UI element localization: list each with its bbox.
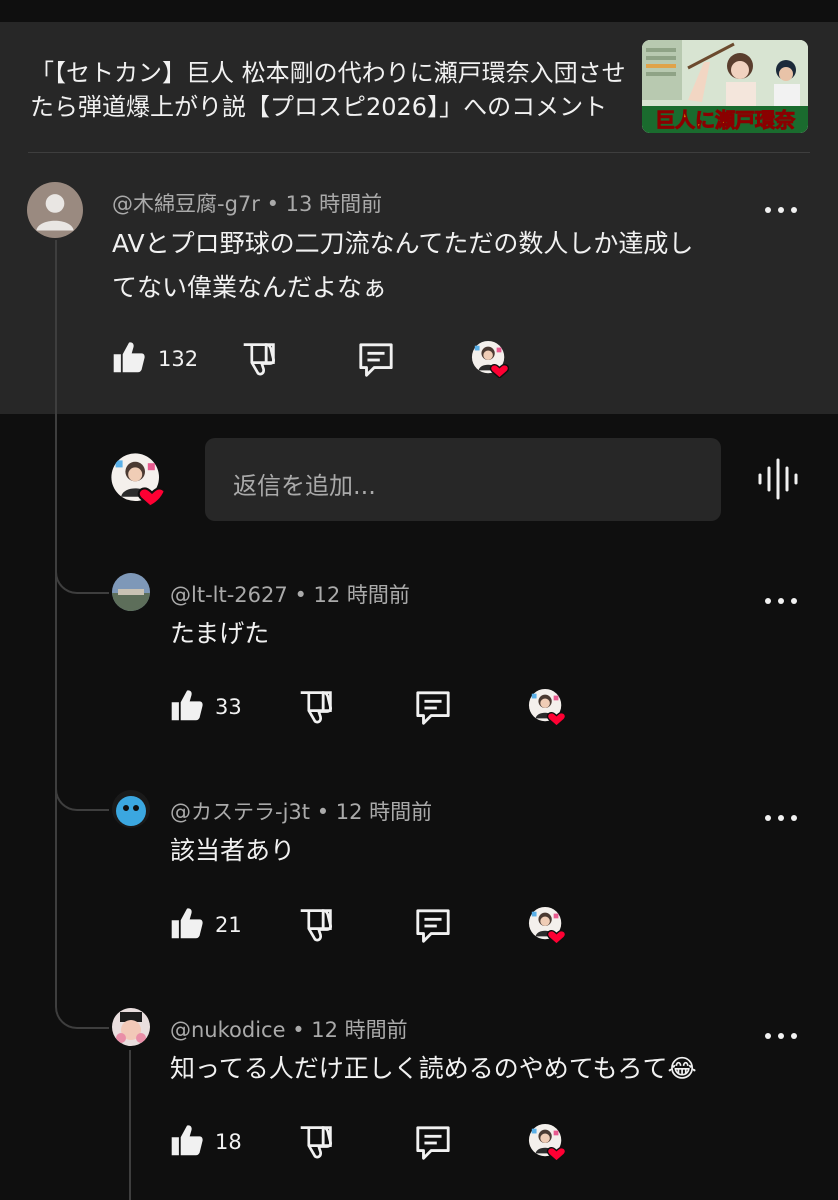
reply-meta: @nukodice • 12 時間前 bbox=[170, 1014, 408, 1044]
reply-icon[interactable] bbox=[414, 907, 452, 945]
sub-thread-line bbox=[129, 1050, 131, 1200]
reply-text: 知ってる人だけ正しく読めるのやめてもろて😂 bbox=[170, 1054, 697, 1083]
reply-author[interactable]: @lt-lt-2627 bbox=[170, 583, 288, 607]
more-icon[interactable] bbox=[765, 198, 797, 222]
comment-author[interactable]: @木綿豆腐-g7r bbox=[112, 192, 260, 216]
dislike-icon[interactable] bbox=[241, 341, 277, 377]
more-icon[interactable] bbox=[765, 589, 797, 613]
mic-icon[interactable] bbox=[757, 458, 799, 500]
reply-meta: @カステラ-j3t • 12 時間前 bbox=[170, 796, 432, 826]
thumbnail-caption: 巨人に瀬戸環奈 bbox=[655, 108, 796, 132]
creator-heart-icon bbox=[528, 688, 566, 726]
video-title-line1: 「【セトカン】巨人 松本剛の代わりに瀬戸環奈入団させ bbox=[30, 59, 626, 87]
separator-dot: • bbox=[292, 1018, 305, 1042]
comment-meta: @木綿豆腐-g7r • 13 時間前 bbox=[112, 188, 382, 218]
thread-line bbox=[55, 240, 57, 987]
reply-icon[interactable] bbox=[357, 341, 395, 379]
separator-dot: • bbox=[316, 800, 330, 824]
reply-icon[interactable] bbox=[414, 1124, 452, 1162]
separator-dot: • bbox=[266, 192, 279, 216]
comment-text-line1: AVとプロ野球の二刀流なんてただの数人しか達成し bbox=[112, 229, 694, 258]
current-user-avatar[interactable] bbox=[110, 452, 166, 508]
reply-author[interactable]: @nukodice bbox=[170, 1018, 286, 1042]
creator-heart-icon bbox=[528, 906, 566, 944]
like-icon[interactable] bbox=[111, 339, 147, 375]
reply-placeholder: 返信を追加... bbox=[233, 472, 376, 500]
like-count: 33 bbox=[215, 695, 242, 719]
like-count: 132 bbox=[158, 347, 199, 371]
comment-text: AVとプロ野球の二刀流なんてただの数人しか達成し てない偉業なんだよなぁ bbox=[112, 222, 693, 310]
video-thumbnail[interactable]: 巨人に瀬戸環奈 bbox=[642, 40, 808, 133]
avatar[interactable] bbox=[27, 182, 83, 238]
like-icon[interactable] bbox=[169, 905, 205, 941]
thread-connector-1 bbox=[55, 540, 109, 594]
reply-text: 該当者あり bbox=[170, 836, 296, 865]
dislike-icon[interactable] bbox=[298, 907, 334, 943]
reply-meta: @lt-lt-2627 • 12 時間前 bbox=[170, 579, 410, 609]
reply-avatar[interactable] bbox=[112, 573, 150, 611]
video-title[interactable]: 「【セトカン】巨人 松本剛の代わりに瀬戸環奈入団させ たら弾道爆上がり説【プロス… bbox=[30, 56, 630, 124]
header-divider bbox=[28, 152, 810, 153]
creator-heart-icon bbox=[471, 340, 509, 378]
separator-dot: • bbox=[294, 583, 307, 607]
like-count: 21 bbox=[215, 913, 242, 937]
reply-avatar[interactable] bbox=[112, 1008, 150, 1046]
like-icon[interactable] bbox=[169, 1122, 205, 1158]
reply-text: たまげた bbox=[170, 619, 270, 648]
like-icon[interactable] bbox=[169, 687, 205, 723]
reply-time: 12 時間前 bbox=[335, 800, 433, 824]
comment-text-line2: てない偉業なんだよなぁ bbox=[112, 273, 388, 302]
video-title-line2: たら弾道爆上がり説【プロスピ2026】」へのコメント bbox=[30, 93, 608, 121]
like-count: 18 bbox=[215, 1130, 242, 1154]
reply-author[interactable]: @カステラ-j3t bbox=[170, 800, 310, 824]
dislike-icon[interactable] bbox=[298, 689, 334, 725]
creator-heart-icon bbox=[528, 1123, 566, 1161]
more-icon[interactable] bbox=[765, 1024, 797, 1048]
status-strip bbox=[0, 0, 838, 22]
reply-icon[interactable] bbox=[414, 689, 452, 727]
comment-time: 13 時間前 bbox=[285, 192, 383, 216]
thread-connector-2 bbox=[55, 757, 109, 811]
more-icon[interactable] bbox=[765, 806, 797, 830]
reply-time: 12 時間前 bbox=[311, 1018, 408, 1042]
dislike-icon[interactable] bbox=[298, 1124, 334, 1160]
reply-time: 12 時間前 bbox=[313, 583, 410, 607]
thread-connector-3 bbox=[55, 975, 109, 1029]
reply-avatar[interactable] bbox=[112, 790, 150, 828]
person-icon bbox=[27, 182, 83, 238]
